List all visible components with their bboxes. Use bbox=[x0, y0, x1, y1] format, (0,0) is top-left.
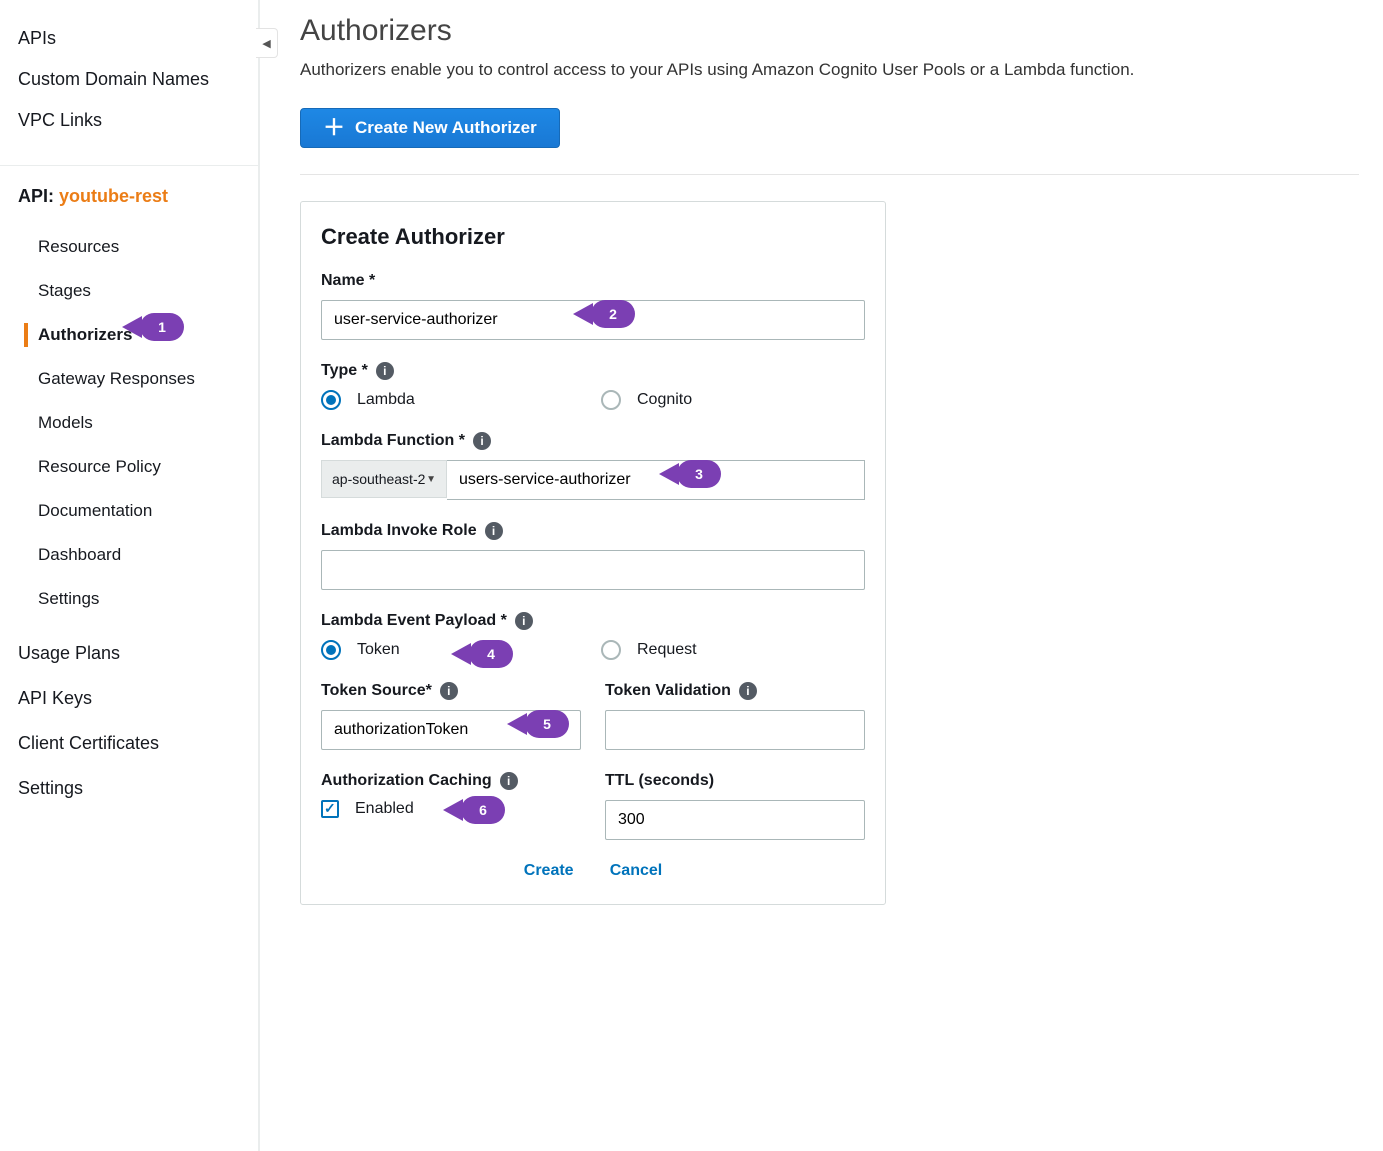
section-divider bbox=[300, 174, 1359, 175]
lambda-region-select[interactable]: ap-southeast-2 ▼ bbox=[321, 460, 447, 498]
lambda-function-label: Lambda Function * bbox=[321, 432, 465, 450]
lambda-function-input[interactable] bbox=[447, 460, 865, 500]
sidebar: APIsCustom Domain NamesVPC Links API: yo… bbox=[0, 0, 260, 1151]
callout-1: 1 bbox=[140, 313, 184, 341]
token-source-label: Token Source* bbox=[321, 682, 432, 700]
plus-icon: ＋ bbox=[323, 117, 345, 139]
page-title: Authorizers bbox=[300, 14, 1359, 48]
panel-title: Create Authorizer bbox=[321, 224, 865, 250]
type-radio-cognito[interactable]: Cognito bbox=[601, 390, 841, 410]
sidebar-subitem-dashboard[interactable]: Dashboard bbox=[0, 533, 258, 577]
radio-icon bbox=[321, 390, 341, 410]
create-button[interactable]: Create bbox=[508, 856, 590, 886]
radio-icon bbox=[321, 640, 341, 660]
name-label: Name * bbox=[321, 272, 375, 290]
caching-enabled-checkbox[interactable] bbox=[321, 800, 339, 818]
info-icon[interactable]: i bbox=[739, 682, 757, 700]
sidebar-subitem-settings[interactable]: Settings bbox=[0, 577, 258, 621]
sidebar-item-api-keys[interactable]: API Keys bbox=[0, 676, 258, 721]
caret-down-icon: ▼ bbox=[426, 474, 436, 485]
sidebar-subitem-models[interactable]: Models bbox=[0, 401, 258, 445]
info-icon[interactable]: i bbox=[376, 362, 394, 380]
sidebar-subitem-resources[interactable]: Resources bbox=[0, 225, 258, 269]
api-name: youtube-rest bbox=[59, 186, 168, 206]
caching-enabled-label: Enabled bbox=[355, 800, 414, 818]
sidebar-subitem-resource-policy[interactable]: Resource Policy bbox=[0, 445, 258, 489]
main-content: Authorizers Authorizers enable you to co… bbox=[260, 0, 1383, 1151]
ttl-label: TTL (seconds) bbox=[605, 772, 714, 790]
sidebar-item-usage-plans[interactable]: Usage Plans bbox=[0, 631, 258, 676]
sidebar-item-apis[interactable]: APIs bbox=[0, 18, 258, 59]
info-icon[interactable]: i bbox=[473, 432, 491, 450]
create-authorizer-panel: Create Authorizer Name * 2 Type * i Lamb… bbox=[300, 201, 886, 905]
sidebar-divider bbox=[0, 165, 258, 166]
authorization-caching-label: Authorization Caching bbox=[321, 772, 492, 790]
sidebar-subitem-gateway-responses[interactable]: Gateway Responses bbox=[0, 357, 258, 401]
info-icon[interactable]: i bbox=[500, 772, 518, 790]
payload-radio-token[interactable]: Token bbox=[321, 640, 561, 660]
token-validation-input[interactable] bbox=[605, 710, 865, 750]
ttl-input[interactable] bbox=[605, 800, 865, 840]
token-source-input[interactable] bbox=[321, 710, 581, 750]
sidebar-item-settings[interactable]: Settings bbox=[0, 766, 258, 811]
sidebar-item-client-certificates[interactable]: Client Certificates bbox=[0, 721, 258, 766]
payload-radio-request[interactable]: Request bbox=[601, 640, 841, 660]
type-radio-lambda[interactable]: Lambda bbox=[321, 390, 561, 410]
radio-icon bbox=[601, 640, 621, 660]
radio-icon bbox=[601, 390, 621, 410]
sidebar-subitem-stages[interactable]: Stages bbox=[0, 269, 258, 313]
sidebar-item-custom-domain-names[interactable]: Custom Domain Names bbox=[0, 59, 258, 100]
create-new-authorizer-button[interactable]: ＋ Create New Authorizer bbox=[300, 108, 560, 148]
lambda-invoke-role-label: Lambda Invoke Role bbox=[321, 522, 477, 540]
page-description: Authorizers enable you to control access… bbox=[300, 60, 1359, 80]
name-input[interactable] bbox=[321, 300, 865, 340]
lambda-invoke-role-input[interactable] bbox=[321, 550, 865, 590]
info-icon[interactable]: i bbox=[515, 612, 533, 630]
info-icon[interactable]: i bbox=[440, 682, 458, 700]
cancel-button[interactable]: Cancel bbox=[594, 856, 678, 886]
callout-6: 6 bbox=[461, 796, 505, 824]
token-validation-label: Token Validation bbox=[605, 682, 731, 700]
lambda-event-payload-label: Lambda Event Payload * bbox=[321, 612, 507, 630]
api-heading: API: youtube-rest bbox=[0, 186, 258, 211]
sidebar-subitem-documentation[interactable]: Documentation bbox=[0, 489, 258, 533]
type-label: Type * bbox=[321, 362, 368, 380]
sidebar-item-vpc-links[interactable]: VPC Links bbox=[0, 100, 258, 141]
sidebar-subitem-authorizers[interactable]: Authorizers1 bbox=[0, 313, 258, 357]
info-icon[interactable]: i bbox=[485, 522, 503, 540]
